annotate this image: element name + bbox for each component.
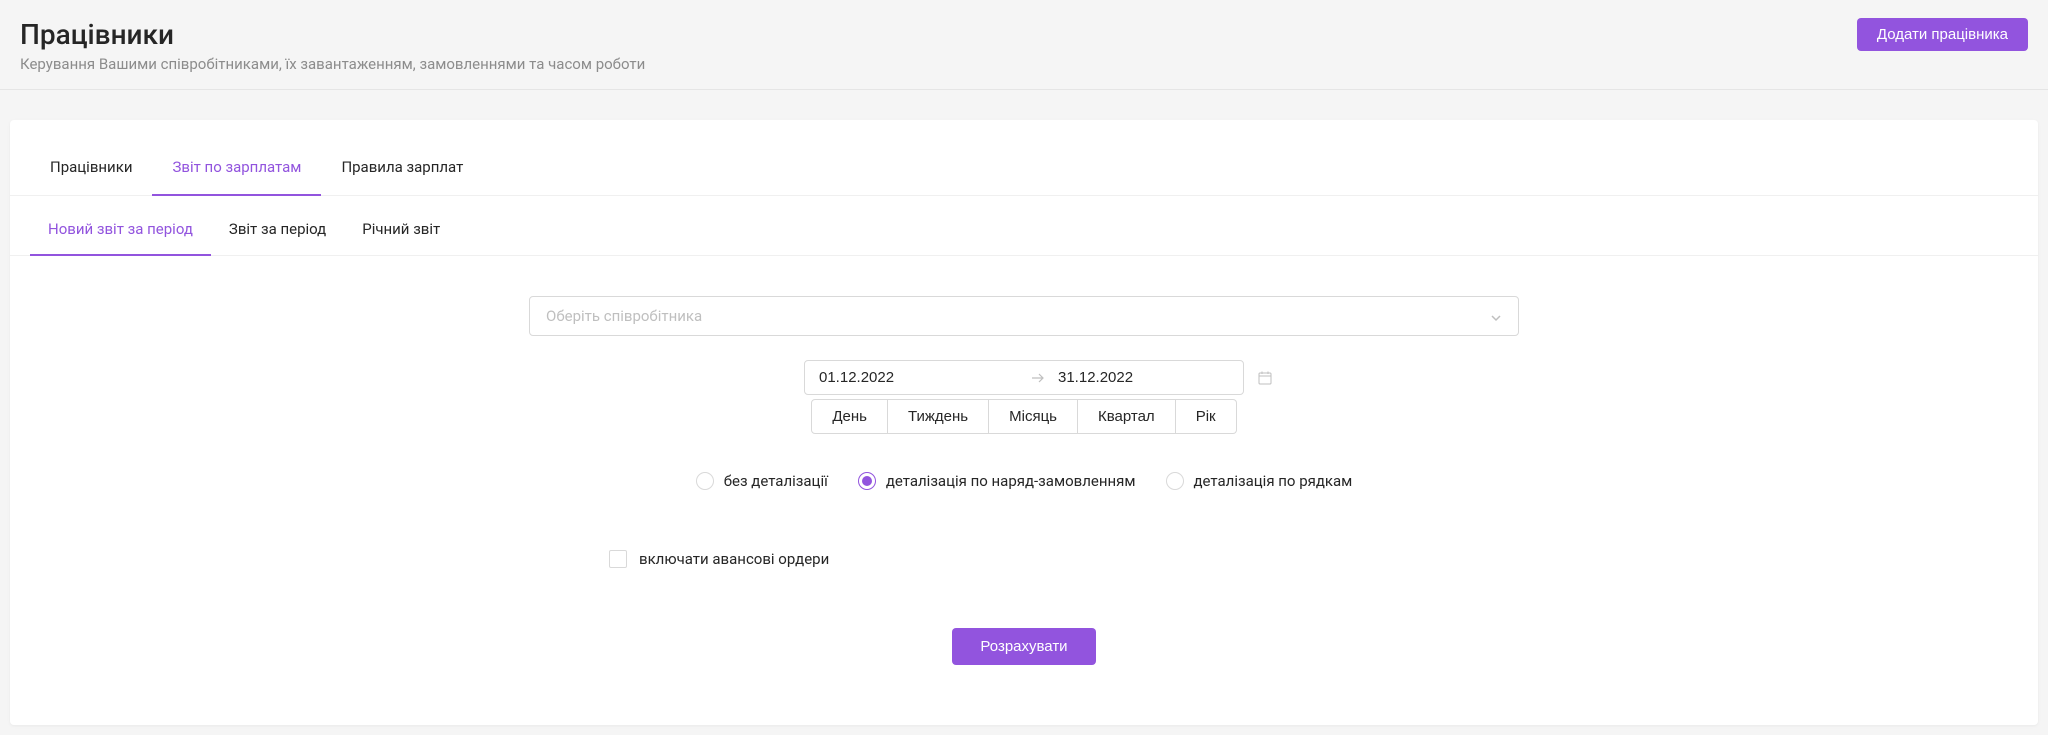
page-header-text: Працівники Керування Вашими співробітник… xyxy=(20,18,645,73)
period-quarter-button[interactable]: Квартал xyxy=(1078,399,1176,434)
report-form: Оберіть співробітника День Тиждень Місяц… xyxy=(10,256,2038,685)
date-range-picker[interactable] xyxy=(804,360,1244,395)
tab-salary-rules[interactable]: Правила зарплат xyxy=(321,140,483,196)
checkbox-icon xyxy=(609,550,627,568)
chevron-down-icon xyxy=(1490,310,1502,322)
calendar-icon xyxy=(1257,370,1273,386)
radio-no-detail[interactable]: без деталізації xyxy=(696,472,828,490)
date-to-input[interactable] xyxy=(1058,369,1257,386)
radio-no-detail-label: без деталізації xyxy=(724,472,828,490)
subtab-new-period-report[interactable]: Новий звіт за період xyxy=(30,204,211,256)
radio-icon xyxy=(1166,472,1184,490)
date-block: День Тиждень Місяць Квартал Рік xyxy=(804,360,1244,434)
period-week-button[interactable]: Тиждень xyxy=(888,399,989,434)
calculate-button[interactable]: Розрахувати xyxy=(952,628,1095,665)
radio-icon xyxy=(696,472,714,490)
tab-employees[interactable]: Працівники xyxy=(30,140,152,196)
add-employee-button[interactable]: Додати працівника xyxy=(1857,18,2028,51)
date-from-input[interactable] xyxy=(819,369,1018,386)
include-advance-label: включати авансові ордери xyxy=(639,550,829,568)
subtab-period-report[interactable]: Звіт за період xyxy=(211,204,344,256)
detail-level-radios: без деталізації деталізація по наряд-зам… xyxy=(696,472,1353,490)
include-advance-row[interactable]: включати авансові ордери xyxy=(529,550,1519,568)
employee-select[interactable]: Оберіть співробітника xyxy=(529,296,1519,336)
page-header: Працівники Керування Вашими співробітник… xyxy=(0,0,2048,90)
radio-detail-orders-label: деталізація по наряд-замовленням xyxy=(886,472,1136,490)
sub-tabs: Новий звіт за період Звіт за період Річн… xyxy=(10,204,2038,256)
period-month-button[interactable]: Місяць xyxy=(989,399,1078,434)
radio-detail-lines-label: деталізація по рядкам xyxy=(1194,472,1353,490)
period-quick-select: День Тиждень Місяць Квартал Рік xyxy=(811,399,1236,434)
tab-salary-report[interactable]: Звіт по зарплатам xyxy=(152,140,321,196)
arrow-right-icon xyxy=(1030,370,1046,386)
page-subtitle: Керування Вашими співробітниками, їх зав… xyxy=(20,55,645,73)
radio-detail-lines[interactable]: деталізація по рядкам xyxy=(1166,472,1353,490)
period-year-button[interactable]: Рік xyxy=(1176,399,1237,434)
radio-icon xyxy=(858,472,876,490)
main-tabs: Працівники Звіт по зарплатам Правила зар… xyxy=(10,140,2038,196)
employee-select-placeholder: Оберіть співробітника xyxy=(546,307,702,325)
period-day-button[interactable]: День xyxy=(811,399,888,434)
subtab-annual-report[interactable]: Річний звіт xyxy=(344,204,458,256)
page-title: Працівники xyxy=(20,18,645,51)
content-card: Працівники Звіт по зарплатам Правила зар… xyxy=(10,120,2038,725)
radio-detail-orders[interactable]: деталізація по наряд-замовленням xyxy=(858,472,1136,490)
